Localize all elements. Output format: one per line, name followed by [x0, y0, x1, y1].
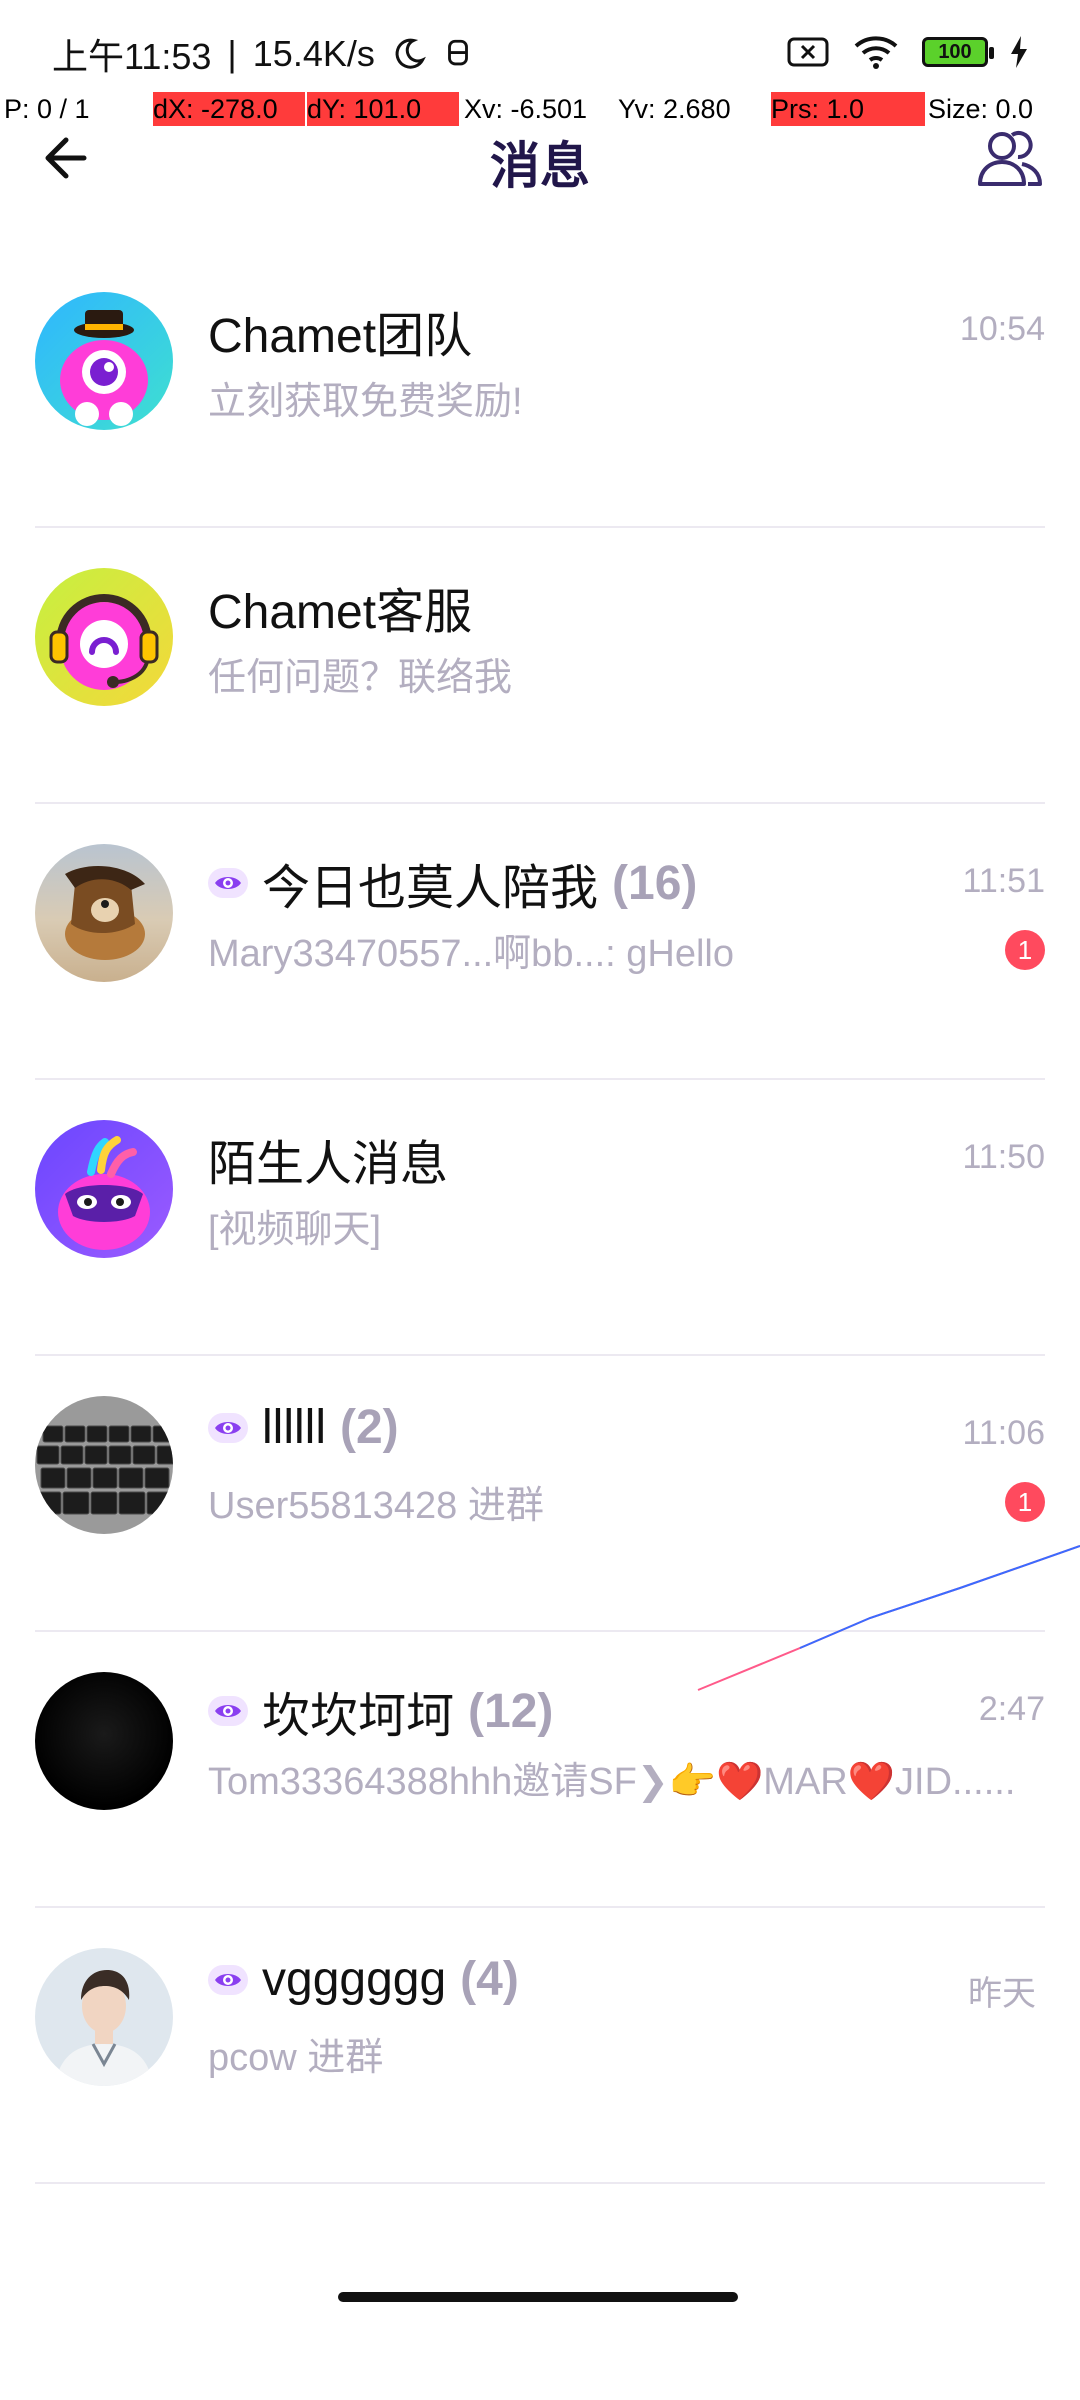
conversation-time: 10:54 [959, 310, 1045, 348]
page-title: 消息 [490, 138, 590, 194]
conversation-name: 今日也莫人陪我 [262, 862, 599, 915]
moon-icon [395, 38, 426, 69]
stranger-mask-mascot-icon [35, 1120, 173, 1258]
home-indicator[interactable] [338, 2292, 738, 2302]
dog-photo-icon [35, 844, 173, 982]
conversation-preview: pcow 进群 [208, 2037, 384, 2079]
conversation-name: vgggggg [262, 1953, 447, 2006]
pointer-debug-overlay: P: 0 / 1 dX: -278.0 dY: 101.0 Xv: -6.501… [0, 92, 1080, 126]
member-count: (2) [339, 1401, 399, 1454]
debug-yv: Yv: 2.680 [618, 94, 731, 124]
avatar [35, 1396, 173, 1534]
conversation-item[interactable]: 陌生人消息 [视频聊天] 11:50 [0, 1080, 1080, 1356]
debug-dx: dX: -278.0 [153, 92, 305, 126]
avatar [35, 1120, 173, 1258]
unread-badge: 1 [1005, 930, 1045, 970]
status-separator: | [227, 33, 237, 74]
battery-level: 100 [938, 40, 972, 63]
charging-icon [1011, 36, 1027, 68]
conversation-time: 11:50 [962, 1138, 1045, 1176]
sim-off-icon [787, 37, 829, 67]
avatar [35, 292, 173, 430]
conversation-name-line: Chamet客服 [208, 572, 472, 642]
conversation-name: 坎坎坷坷 [262, 1690, 455, 1743]
conversation-item[interactable]: 今日也莫人陪我 (16) Mary33470557...啊bb...: gHel… [0, 804, 1080, 1080]
chamet-team-mascot-icon [35, 292, 173, 430]
avatar [35, 1948, 173, 2086]
conversation-time: 昨天 [968, 1975, 1036, 2013]
member-count: (12) [468, 1684, 554, 1738]
unread-badge: 1 [1005, 1482, 1045, 1522]
debug-dy: dY: 101.0 [307, 92, 459, 126]
keyboard-photo-icon [35, 1396, 173, 1534]
conversation-preview: User55813428 进群 [208, 1485, 544, 1527]
conversation-name-line: llllll (2) [208, 1400, 399, 1455]
conversation-time: 11:06 [962, 1414, 1045, 1452]
debug-pointer: P: 0 / 1 [4, 94, 90, 124]
eye-icon [208, 868, 248, 898]
member-count: (16) [612, 856, 698, 910]
avatar [35, 1672, 173, 1810]
conversation-item[interactable]: vgggggg (4) pcow 进群 昨天 [0, 1908, 1080, 2184]
conversation-name-line: 今日也莫人陪我 (16) [208, 848, 697, 918]
member-count: (4) [460, 1953, 519, 2006]
avatar [35, 568, 173, 706]
conversation-name: llllll [262, 1401, 326, 1454]
conversation-preview: Mary33470557...啊bb...: gHello [208, 933, 734, 975]
conversation-name: 陌生人消息 [208, 1138, 449, 1191]
status-left: 上午11:53 | 15.4K/s [52, 28, 473, 80]
eye-icon [208, 1964, 248, 1995]
conversation-preview: Tom33364388hhh邀请SF❯👉❤️MAR❤️JID...... [208, 1761, 1016, 1803]
person-photo-icon [35, 1948, 173, 2086]
conversation-item[interactable]: Chamet客服 任何问题？联络我 [0, 528, 1080, 804]
conversation-name: Chamet客服 [208, 586, 473, 639]
battery-icon: 100 [922, 37, 994, 67]
net-speed: 15.4K/s [252, 33, 375, 74]
conversation-item[interactable]: Chamet团队 立刻获取免费奖励! 10:54 [0, 252, 1080, 528]
conversation-preview: 任何问题？联络我 [208, 657, 513, 699]
conversation-name-line: Chamet团队 [208, 296, 472, 366]
debug-xv: Xv: -6.501 [464, 94, 588, 124]
eye-icon [208, 1696, 248, 1726]
conversation-item[interactable]: llllll (2) User55813428 进群 11:06 1 [0, 1356, 1080, 1632]
status-bar: 上午11:53 | 15.4K/s 100 [0, 0, 1080, 90]
conversation-name-line: vgggggg (4) [208, 1952, 519, 2007]
conversation-list: Chamet团队 立刻获取免费奖励! 10:54 Chamet客服 任何问题？联… [0, 252, 1080, 2184]
wifi-icon [854, 36, 898, 69]
avatar [35, 844, 173, 982]
eye-icon [208, 1412, 248, 1443]
conversation-preview: [视频聊天] [208, 1209, 382, 1251]
conversation-time: 2:47 [978, 1690, 1045, 1728]
conversation-preview: 立刻获取免费奖励! [208, 381, 523, 423]
conversation-name: Chamet团队 [208, 310, 473, 363]
usb-debug-icon [447, 39, 468, 66]
header: 消息 [0, 126, 1080, 194]
group-contacts-icon[interactable] [972, 126, 1048, 190]
divider [35, 2182, 1045, 2184]
debug-size: Size: 0.0 [928, 94, 1034, 124]
status-time: 上午11:53 [52, 36, 212, 77]
conversation-name-line: 陌生人消息 [208, 1124, 448, 1194]
chamet-support-mascot-icon [35, 568, 173, 706]
conversation-time: 11:51 [962, 862, 1045, 900]
conversation-item[interactable]: 坎坎坷坷 (12) Tom33364388hhh邀请SF❯👉❤️MAR❤️JID… [0, 1632, 1080, 1908]
conversation-name-line: 坎坎坷坷 (12) [208, 1676, 553, 1746]
status-right: 100 [786, 34, 1028, 70]
debug-prs: Prs: 1.0 [771, 92, 925, 126]
